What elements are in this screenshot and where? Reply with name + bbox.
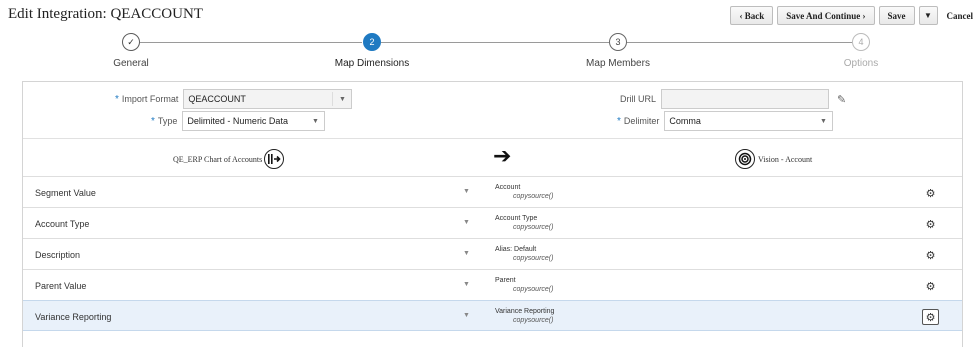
save-and-continue-button[interactable]: Save And Continue ›	[777, 6, 875, 25]
step-options-label: Options	[843, 58, 879, 69]
gear-icon[interactable]: ⚙	[922, 185, 939, 201]
import-format-value: QEACCOUNT	[188, 94, 246, 104]
train-connector	[140, 42, 362, 43]
chevron-down-icon[interactable]: ▼	[463, 312, 470, 319]
step-map-members-label[interactable]: Map Members	[558, 58, 678, 69]
chevron-down-icon[interactable]: ▼	[463, 219, 470, 226]
chevron-down-icon[interactable]: ▼	[333, 90, 351, 108]
chevron-down-icon[interactable]: ▼	[814, 112, 832, 130]
chevron-down-icon[interactable]: ▼	[463, 188, 470, 195]
source-column: Parent Value	[35, 281, 87, 291]
step-map-dimensions-marker[interactable]: 2	[363, 33, 381, 51]
required-indicator: *	[115, 93, 119, 105]
save-menu-chevron-icon[interactable]: ▼	[918, 6, 938, 25]
target-dimension: Variance Reporting copysource()	[495, 307, 554, 325]
import-format-label: Import Format	[121, 94, 179, 104]
gear-icon[interactable]: ⚙	[922, 247, 939, 263]
expression: copysource()	[513, 286, 554, 293]
step-general-label[interactable]: General	[71, 58, 191, 69]
toolbar: ‹ Back Save And Continue › Save ▼ Cancel	[730, 6, 978, 25]
cancel-button[interactable]: Cancel	[942, 6, 978, 25]
delimiter-row: * Delimiter Comma ▼	[617, 111, 834, 131]
expression: copysource()	[513, 255, 554, 262]
mapping-row[interactable]: Parent Value ▼ Parent copysource() ⚙	[23, 269, 962, 300]
delimiter-label: Delimiter	[623, 116, 660, 126]
drill-url-row: Drill URL ✎	[620, 89, 846, 109]
required-indicator: *	[151, 115, 155, 127]
import-format-row: * Import Format QEACCOUNT ▼	[115, 89, 353, 109]
delimiter-select[interactable]: Comma ▼	[664, 111, 834, 131]
chevron-down-icon[interactable]: ▼	[463, 281, 470, 288]
mapping-row-selected[interactable]: Variance Reporting ▼ Variance Reporting c…	[23, 300, 962, 331]
gear-icon[interactable]: ⚙	[922, 309, 939, 325]
source-column: Description	[35, 250, 81, 260]
target-dimension: Account copysource()	[495, 183, 553, 201]
target-name: Alias: Default	[495, 246, 537, 253]
train-connector	[627, 42, 852, 43]
source-name: QE_ERP Chart of Accounts	[173, 154, 263, 164]
train-connector	[381, 42, 609, 43]
mapping-row[interactable]: Description ▼ Alias: Default copysource()…	[23, 238, 962, 269]
mapping-header: QE_ERP Chart of Accounts ➔ Vision - Acco…	[23, 140, 962, 176]
page-title: Edit Integration: QEACCOUNT	[8, 6, 203, 22]
import-format-field[interactable]: QEACCOUNT ▼	[183, 89, 353, 109]
target-name: Parent	[495, 277, 516, 284]
gear-icon[interactable]: ⚙	[922, 216, 939, 232]
target-icon	[735, 149, 755, 169]
step-train: ✓ 2 3 4 General Map Dimensions Map Membe…	[0, 33, 978, 73]
save-button[interactable]: Save	[878, 6, 915, 25]
source-column: Segment Value	[35, 188, 96, 198]
type-row: * Type Delimited - Numeric Data ▼	[151, 111, 326, 131]
target-header: Vision - Account	[735, 149, 812, 169]
gear-icon[interactable]: ⚙	[922, 278, 939, 294]
target-name: Account	[495, 184, 521, 191]
target-dimension: Alias: Default copysource()	[495, 245, 553, 263]
edit-pencil-icon[interactable]: ✎	[837, 93, 846, 106]
divider	[23, 138, 962, 139]
mapping-rows: Segment Value ▼ Account copysource() ⚙ Ac…	[23, 176, 962, 331]
step-map-dimensions-label: Map Dimensions	[334, 58, 410, 69]
required-indicator: *	[617, 115, 621, 127]
chevron-down-icon[interactable]: ▼	[306, 112, 324, 130]
expression: copysource()	[513, 317, 554, 324]
expression: copysource()	[513, 224, 554, 231]
source-column: Account Type	[35, 219, 90, 229]
mapping-row[interactable]: Segment Value ▼ Account copysource() ⚙	[23, 176, 962, 207]
target-name: Vision - Account	[758, 154, 813, 164]
target-name: Account Type	[495, 215, 538, 222]
back-button[interactable]: ‹ Back	[730, 6, 774, 25]
drill-url-field[interactable]	[661, 89, 829, 109]
type-select[interactable]: Delimited - Numeric Data ▼	[182, 111, 326, 131]
target-dimension: Parent copysource()	[495, 276, 553, 294]
mapping-row[interactable]: Account Type ▼ Account Type copysource() …	[23, 207, 962, 238]
delimiter-value: Comma	[669, 116, 701, 126]
source-column: Variance Reporting	[35, 312, 112, 322]
type-value: Delimited - Numeric Data	[187, 116, 288, 126]
mapping-panel: * Import Format QEACCOUNT ▼ * Type Delim…	[22, 81, 963, 347]
source-system-icon	[264, 149, 285, 169]
drill-url-label: Drill URL	[620, 94, 656, 104]
source-header: QE_ERP Chart of Accounts	[173, 149, 285, 169]
step-options-marker: 4	[852, 33, 870, 51]
step-general-check-icon[interactable]: ✓	[122, 33, 140, 51]
target-name: Variance Reporting	[495, 308, 555, 315]
target-dimension: Account Type copysource()	[495, 214, 553, 232]
right-arrow-icon: ➔	[493, 143, 512, 168]
expression: copysource()	[513, 193, 554, 200]
type-label: Type	[157, 116, 178, 126]
step-map-members-marker[interactable]: 3	[609, 33, 627, 51]
chevron-down-icon[interactable]: ▼	[463, 250, 470, 257]
